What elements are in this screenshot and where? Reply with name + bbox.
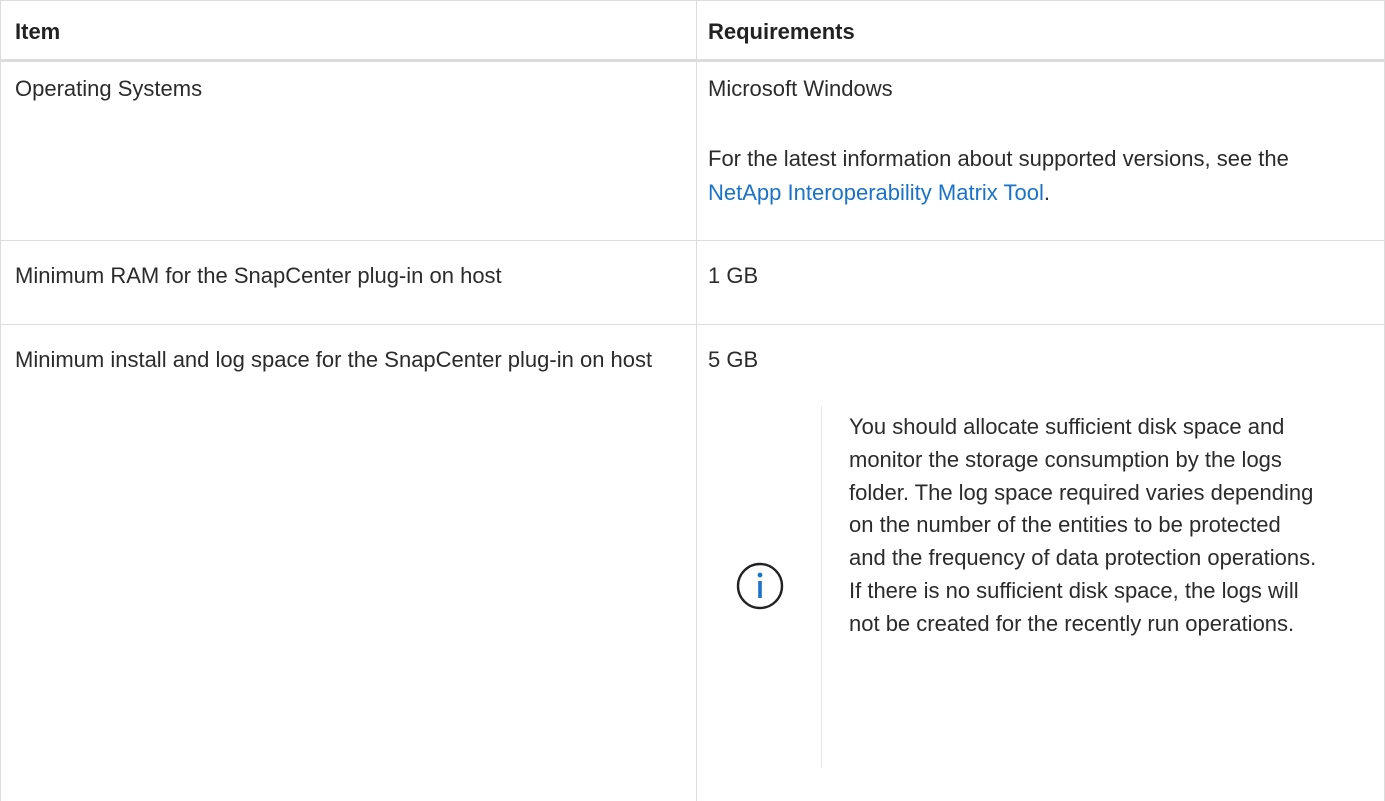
row-space-requirement: 5 GB [708,347,759,372]
row-ram-item: Minimum RAM for the SnapCenter plug-in o… [15,263,502,288]
row-space-item: Minimum install and log space for the Sn… [15,347,653,372]
row-divider [1,324,1385,325]
header-requirements: Requirements [708,19,855,44]
row-divider [1,240,1385,241]
row-os-item: Operating Systems [15,76,203,101]
note-divider [821,406,822,768]
disk-space-note: You should allocate sufficient disk spac… [849,414,1317,636]
table-header-row [1,0,1385,62]
row-os-detail: For the latest information about support… [708,142,1368,210]
interoperability-matrix-link[interactable]: NetApp Interoperability Matrix Tool [708,180,1044,205]
requirements-table: Item Requirements Operating Systems Micr… [0,0,1385,801]
column-divider [696,0,697,801]
header-item: Item [15,19,61,44]
info-icon [736,562,784,610]
row-os-detail-prefix: For the latest information about support… [708,146,1289,171]
row-os-requirement: Microsoft Windows [708,76,893,101]
row-os-detail-suffix: . [1043,180,1050,205]
row-ram-requirement: 1 GB [708,263,759,288]
